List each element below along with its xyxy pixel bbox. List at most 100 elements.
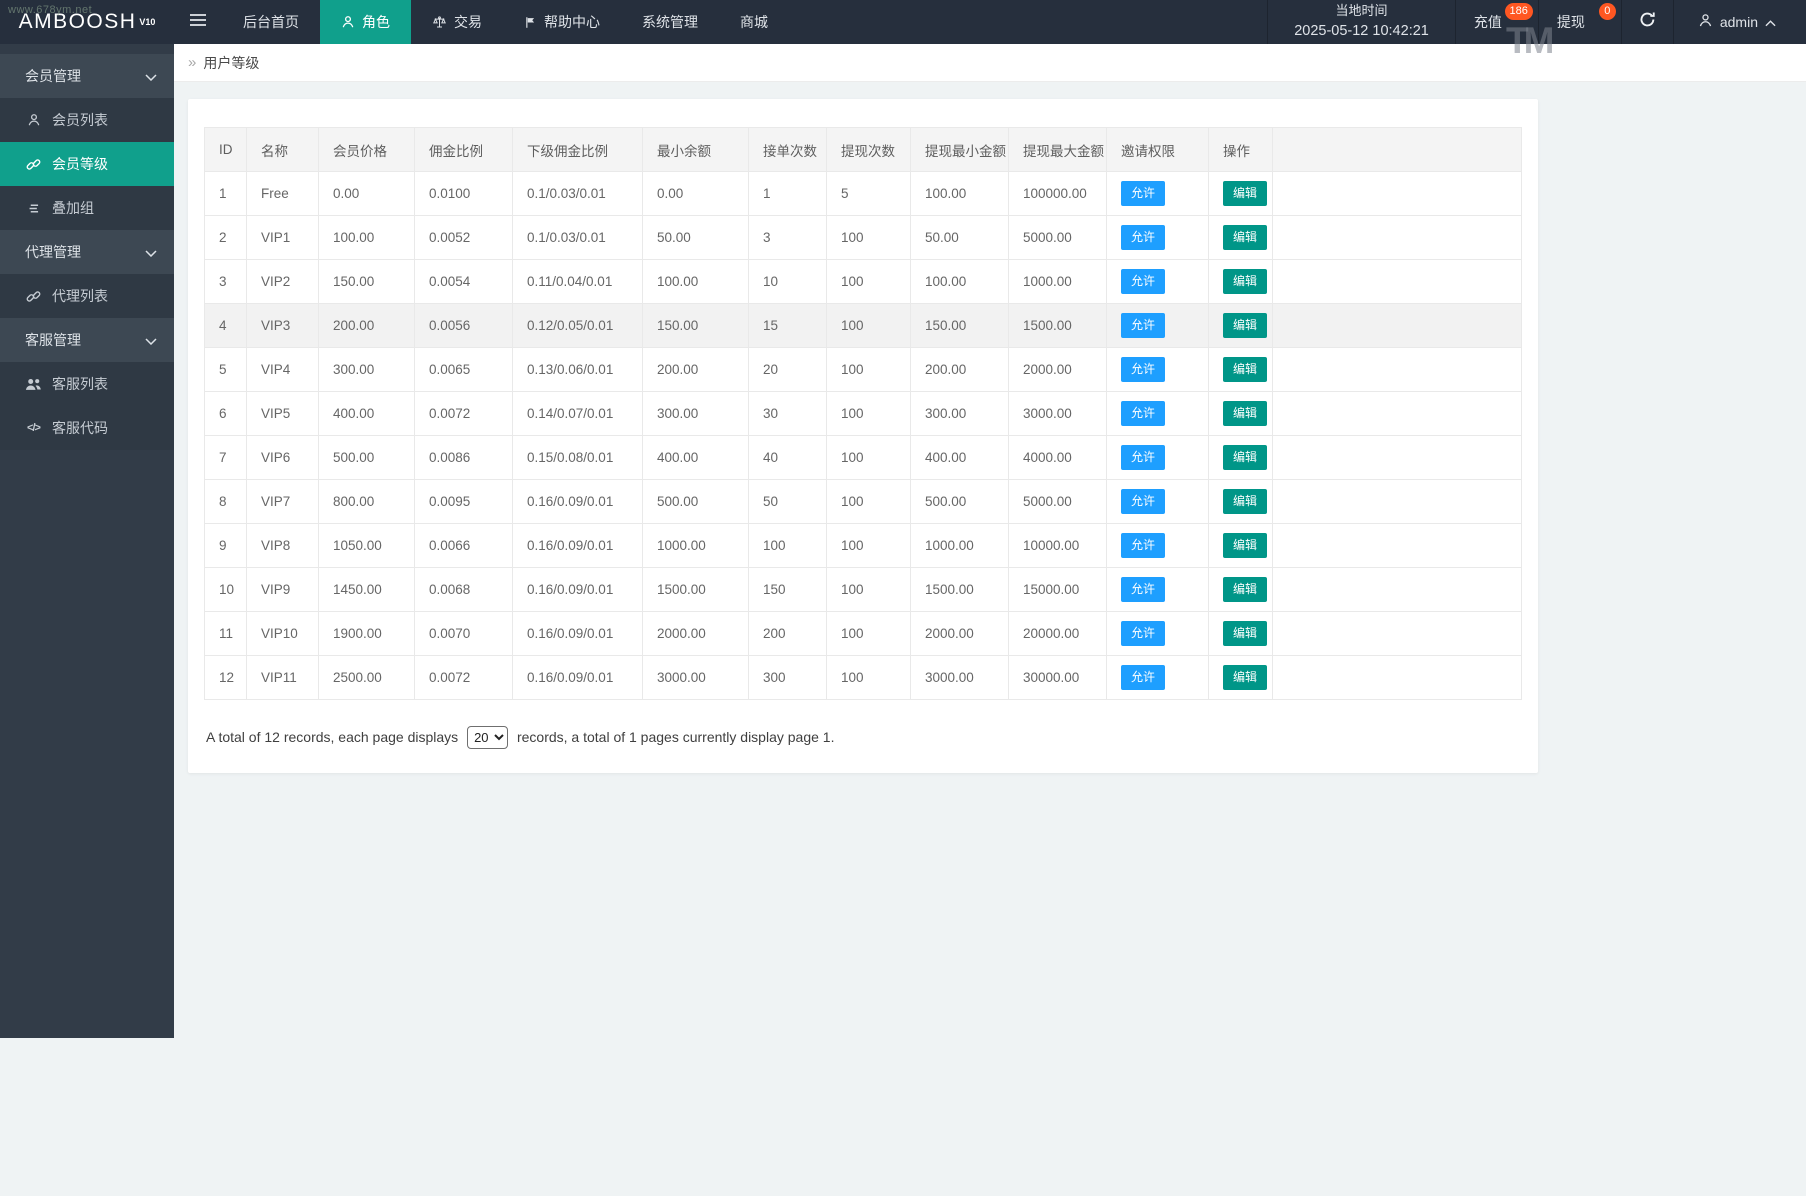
sidebar-item-service-code[interactable]: </> 客服代码 (0, 406, 174, 450)
cell-order_count: 40 (748, 435, 827, 480)
nav-item-mall[interactable]: 商城 (719, 0, 789, 44)
edit-button[interactable]: 编辑 (1223, 489, 1268, 514)
allow-button[interactable]: 允许 (1121, 665, 1166, 690)
allow-button[interactable]: 允许 (1121, 313, 1166, 338)
cell-name: VIP9 (246, 567, 319, 612)
cell-id: 2 (204, 215, 247, 260)
cell-id: 9 (204, 523, 247, 568)
cell-withdraw_min: 300.00 (910, 391, 1009, 436)
cell-operation: 编辑 (1208, 303, 1273, 348)
allow-button[interactable]: 允许 (1121, 577, 1166, 602)
cell-commission: 0.0056 (414, 303, 513, 348)
cell-filler (1272, 259, 1522, 304)
cell-withdraw_count: 100 (826, 435, 911, 480)
nav-item-label: 商城 (740, 14, 768, 30)
column-header: 下级佣金比例 (512, 127, 643, 172)
edit-button[interactable]: 编辑 (1223, 665, 1268, 690)
column-header: 操作 (1208, 127, 1273, 172)
allow-button[interactable]: 允许 (1121, 401, 1166, 426)
sidebar-item-label: 客服列表 (52, 376, 108, 392)
edit-button[interactable]: 编辑 (1223, 269, 1268, 294)
user-name: admin (1719, 14, 1758, 30)
cell-sub_commission: 0.1/0.03/0.01 (512, 215, 643, 260)
cell-filler (1272, 479, 1522, 524)
nav-item-help[interactable]: 帮助中心 (503, 0, 621, 44)
allow-button[interactable]: 允许 (1121, 357, 1166, 382)
sidebar-item-overlay-group[interactable]: 叠加组 (0, 186, 174, 230)
refresh-button[interactable] (1620, 0, 1673, 44)
cell-withdraw_max: 10000.00 (1008, 523, 1107, 568)
sidebar-toggle-button[interactable] (174, 0, 222, 44)
cell-min_balance: 0.00 (642, 171, 749, 216)
cell-filler (1272, 347, 1522, 392)
edit-button[interactable]: 编辑 (1223, 313, 1268, 338)
allow-button[interactable]: 允许 (1121, 533, 1166, 558)
chevron-down-icon (145, 68, 157, 84)
cell-invite-permission: 允许 (1106, 523, 1209, 568)
cell-withdraw_count: 100 (826, 303, 911, 348)
edit-button[interactable]: 编辑 (1223, 533, 1268, 558)
hamburger-icon (189, 13, 207, 32)
cell-sub_commission: 0.16/0.09/0.01 (512, 567, 643, 612)
cell-withdraw_count: 100 (826, 523, 911, 568)
sidebar-group-agent-management[interactable]: 代理管理 (0, 230, 174, 274)
sidebar-item-agent-list[interactable]: 代理列表 (0, 274, 174, 318)
column-header: ID (204, 127, 247, 172)
edit-button[interactable]: 编辑 (1223, 621, 1268, 646)
cell-withdraw_max: 2000.00 (1008, 347, 1107, 392)
sidebar-group-service-management[interactable]: 客服管理 (0, 318, 174, 362)
table-row: 1 Free 0.00 0.0100 0.1/0.03/0.01 0.00 1 5 100.00… (204, 171, 1522, 216)
page-size-select[interactable]: 20 (467, 726, 509, 749)
cell-order_count: 3 (748, 215, 827, 260)
allow-button[interactable]: 允许 (1121, 489, 1166, 514)
nav-item-roles[interactable]: 角色 (320, 0, 411, 44)
cell-withdraw_count: 100 (826, 479, 911, 524)
sidebar-group-member-management[interactable]: 会员管理 (0, 54, 174, 98)
allow-button[interactable]: 允许 (1121, 225, 1166, 250)
column-header-filler (1272, 127, 1522, 172)
column-header: 邀请权限 (1106, 127, 1209, 172)
sidebar-item-label: 代理列表 (52, 288, 108, 304)
allow-button[interactable]: 允许 (1121, 269, 1166, 294)
edit-button[interactable]: 编辑 (1223, 181, 1268, 206)
allow-button[interactable]: 允许 (1121, 181, 1166, 206)
allow-button[interactable]: 允许 (1121, 621, 1166, 646)
edit-button[interactable]: 编辑 (1223, 225, 1268, 250)
nav-item-system[interactable]: 系统管理 (621, 0, 719, 44)
chevron-down-icon (145, 244, 157, 260)
edit-button[interactable]: 编辑 (1223, 445, 1268, 470)
nav-item-trade[interactable]: 交易 (411, 0, 503, 44)
withdraw-link[interactable]: 提现 0 (1537, 0, 1621, 44)
cell-commission: 0.0070 (414, 611, 513, 656)
cell-id: 5 (204, 347, 247, 392)
edit-button[interactable]: 编辑 (1223, 357, 1268, 382)
cell-operation: 编辑 (1208, 391, 1273, 436)
local-time-value: 2025-05-12 10:42:21 (1294, 22, 1429, 39)
user-menu[interactable]: admin (1672, 0, 1806, 44)
cell-name: VIP11 (246, 655, 319, 700)
table-row: 2 VIP1 100.00 0.0052 0.1/0.03/0.01 50.00 3 100 5… (204, 215, 1522, 260)
cell-price: 1050.00 (318, 523, 415, 568)
cell-price: 1900.00 (318, 611, 415, 656)
cell-invite-permission: 允许 (1106, 479, 1209, 524)
cell-withdraw_min: 1000.00 (910, 523, 1009, 568)
cell-invite-permission: 允许 (1106, 347, 1209, 392)
sidebar-item-member-level[interactable]: 会员等级 (0, 142, 174, 186)
table-row: 7 VIP6 500.00 0.0086 0.15/0.08/0.01 400.00 40 1… (204, 435, 1522, 480)
cell-withdraw_min: 150.00 (910, 303, 1009, 348)
nav-item-label: 系统管理 (642, 14, 698, 30)
cell-operation: 编辑 (1208, 215, 1273, 260)
cell-commission: 0.0052 (414, 215, 513, 260)
cell-withdraw_min: 200.00 (910, 347, 1009, 392)
cell-withdraw_count: 100 (826, 347, 911, 392)
sidebar-item-service-list[interactable]: 客服列表 (0, 362, 174, 406)
nav-item-home[interactable]: 后台首页 (222, 0, 320, 44)
sidebar-item-member-list[interactable]: 会员列表 (0, 98, 174, 142)
edit-button[interactable]: 编辑 (1223, 577, 1268, 602)
nav-item-label: 角色 (362, 14, 390, 30)
edit-button[interactable]: 编辑 (1223, 401, 1268, 426)
cell-min_balance: 100.00 (642, 259, 749, 304)
cell-invite-permission: 允许 (1106, 655, 1209, 700)
allow-button[interactable]: 允许 (1121, 445, 1166, 470)
cell-withdraw_count: 100 (826, 215, 911, 260)
